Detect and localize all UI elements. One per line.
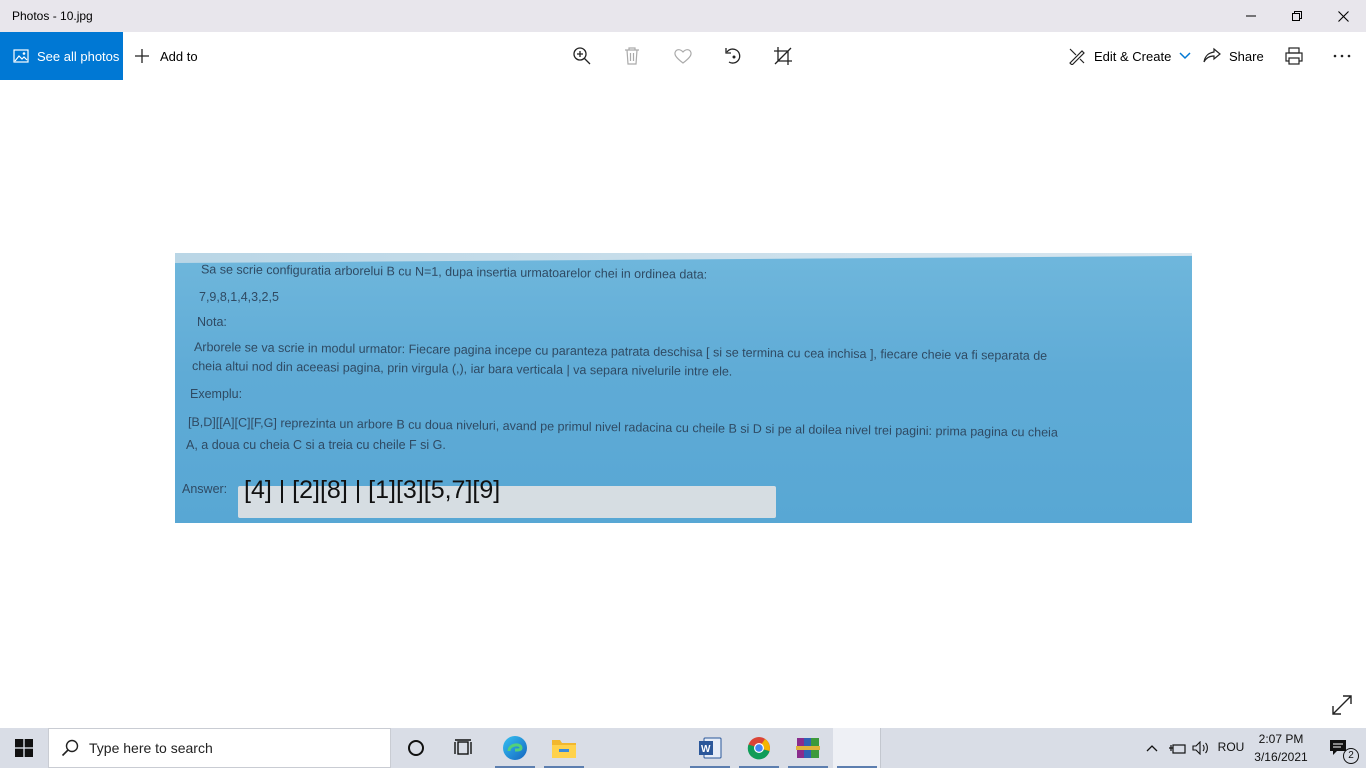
- taskbar-chrome[interactable]: [735, 728, 783, 768]
- svg-text:W: W: [701, 744, 711, 755]
- input-language[interactable]: ROU: [1214, 740, 1248, 754]
- search-icon: [61, 739, 79, 757]
- edit-create-button[interactable]: Edit & Create: [1068, 32, 1199, 80]
- rotate-button[interactable]: [721, 44, 745, 68]
- close-icon: [1337, 10, 1349, 22]
- taskbar: Type here to search W ROU 2:07 PM 3/16/2…: [0, 728, 1366, 768]
- start-button[interactable]: [0, 728, 48, 768]
- minimize-icon: [1246, 15, 1256, 17]
- see-all-photos-button[interactable]: See all photos: [0, 32, 123, 80]
- clock-time: 2:07 PM: [1258, 732, 1304, 746]
- winrar-icon: [796, 738, 820, 758]
- edit-icon: [1069, 48, 1085, 65]
- expand-icon: [1332, 695, 1352, 715]
- add-to-button[interactable]: Add to: [134, 32, 198, 80]
- photo-text-line: 7,9,8,1,4,3,2,5: [199, 290, 279, 304]
- taskbar-photos[interactable]: [833, 728, 881, 768]
- photo-top-band: [175, 253, 1192, 263]
- folder-icon: [552, 740, 576, 758]
- windows-logo-icon: [15, 739, 33, 757]
- cortana-button[interactable]: [392, 728, 440, 768]
- battery-network-button[interactable]: [1165, 728, 1189, 768]
- answer-label: Answer:: [182, 482, 228, 496]
- photo-viewer-image: Sa se scrie configuratia arborelui B cu …: [175, 253, 1192, 523]
- more-options-button[interactable]: [1330, 44, 1354, 68]
- edit-create-label: Edit & Create: [1094, 48, 1172, 64]
- chevron-up-icon: [1146, 745, 1158, 752]
- crop-button[interactable]: [771, 44, 795, 68]
- chrome-icon: [747, 737, 770, 760]
- heart-icon: [674, 49, 692, 64]
- see-all-photos-label: See all photos: [37, 48, 120, 64]
- plus-icon: [135, 49, 149, 63]
- photos-icon: [13, 49, 29, 63]
- photo-text-line: cheia altui nod din aceeasi pagina, prin…: [191, 359, 733, 379]
- taskbar-file-explorer[interactable]: [540, 728, 588, 768]
- restore-icon: [1292, 11, 1302, 21]
- add-to-label: Add to: [160, 48, 198, 64]
- show-hidden-icons-button[interactable]: [1140, 728, 1164, 768]
- delete-button[interactable]: [620, 44, 644, 68]
- photo-text-line: Exemplu:: [190, 387, 243, 401]
- more-icon: [1333, 54, 1351, 58]
- photo-text-line: A, a doua cu cheia C si a treia cu cheil…: [186, 438, 446, 452]
- share-icon: [1203, 47, 1221, 63]
- photos-toolbar: See all photos Add to Edit & Create Shar…: [0, 32, 1366, 80]
- taskbar-winrar[interactable]: [784, 728, 832, 768]
- task-view-button[interactable]: [440, 728, 488, 768]
- rotate-icon: [725, 48, 741, 64]
- volume-button[interactable]: [1189, 728, 1213, 768]
- clock[interactable]: 2:07 PM 3/16/2021: [1248, 730, 1314, 766]
- action-center-button[interactable]: 2: [1318, 728, 1362, 768]
- close-button[interactable]: [1320, 0, 1366, 32]
- task-view-icon: [454, 739, 472, 755]
- notification-count-badge: 2: [1343, 748, 1359, 764]
- answer-value: [4] | [2][8] | [1][3][5,7][9]: [244, 476, 501, 504]
- window-title: Photos - 10.jpg: [12, 9, 93, 23]
- crop-icon: [774, 47, 792, 65]
- printer-icon: [1285, 47, 1303, 65]
- edge-icon: [503, 736, 527, 760]
- share-label: Share: [1229, 48, 1264, 64]
- photo-text-line: Nota:: [197, 315, 227, 329]
- trash-icon: [625, 47, 639, 65]
- favorite-button[interactable]: [671, 44, 695, 68]
- share-button[interactable]: Share: [1203, 32, 1264, 80]
- minimize-button[interactable]: [1228, 0, 1274, 32]
- battery-icon: [1169, 744, 1186, 754]
- search-placeholder: Type here to search: [89, 740, 213, 756]
- chevron-down-icon: [1179, 52, 1191, 60]
- photo-text-line: [B,D][[A][C][F,G] reprezinta un arbore B…: [187, 415, 1058, 440]
- restore-button[interactable]: [1274, 0, 1320, 32]
- print-button[interactable]: [1282, 44, 1306, 68]
- taskbar-divider: [880, 728, 881, 768]
- cortana-icon: [408, 740, 424, 756]
- taskbar-edge[interactable]: [491, 728, 539, 768]
- title-bar: Photos - 10.jpg: [0, 0, 1366, 32]
- zoom-in-icon: [573, 47, 591, 65]
- fullscreen-button[interactable]: [1331, 694, 1353, 716]
- word-icon: W: [699, 737, 722, 759]
- speaker-icon: [1192, 741, 1208, 755]
- taskbar-search-box[interactable]: Type here to search: [48, 728, 391, 768]
- taskbar-word[interactable]: W: [686, 728, 734, 768]
- zoom-button[interactable]: [570, 44, 594, 68]
- photo-text-line: Sa se scrie configuratia arborelui B cu …: [200, 262, 708, 282]
- clock-date: 3/16/2021: [1254, 750, 1308, 764]
